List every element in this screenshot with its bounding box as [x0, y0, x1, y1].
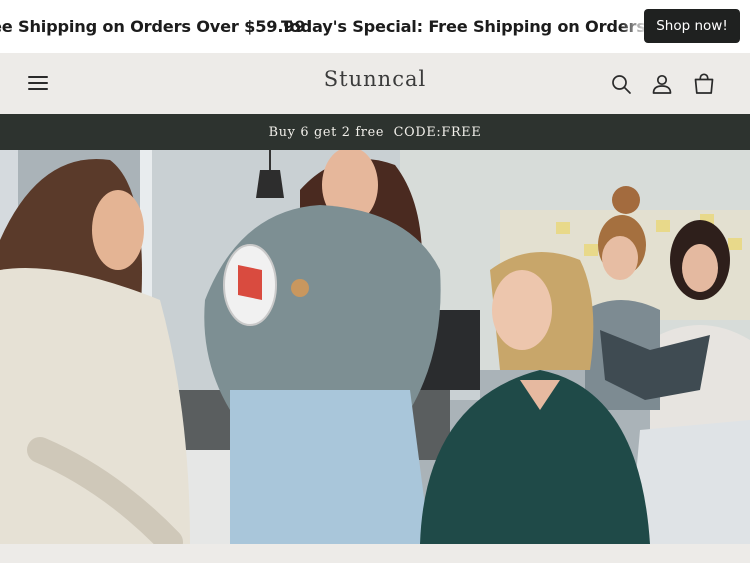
announcement-marquee: ee Shipping on Orders Over $59.99! Today…: [0, 0, 750, 53]
site-logo[interactable]: Stunncal: [0, 67, 750, 91]
hero-banner-image[interactable]: [0, 150, 750, 544]
search-icon[interactable]: [609, 72, 633, 96]
marquee-track: ee Shipping on Orders Over $59.99! Today…: [0, 0, 686, 53]
marquee-item: ee Shipping on Orders Over $59.99!: [0, 17, 313, 36]
site-header: Stunncal: [0, 53, 750, 114]
section-divider-strip: [0, 544, 750, 563]
shop-now-button[interactable]: Shop now!: [644, 9, 740, 43]
account-icon[interactable]: [650, 72, 674, 96]
promo-bar: Buy 6 get 2 free CODE:FREE: [0, 114, 750, 150]
promo-text: Buy 6 get 2 free CODE:FREE: [268, 124, 482, 140]
hero-illustration: [0, 150, 750, 544]
cart-icon[interactable]: [692, 72, 716, 96]
